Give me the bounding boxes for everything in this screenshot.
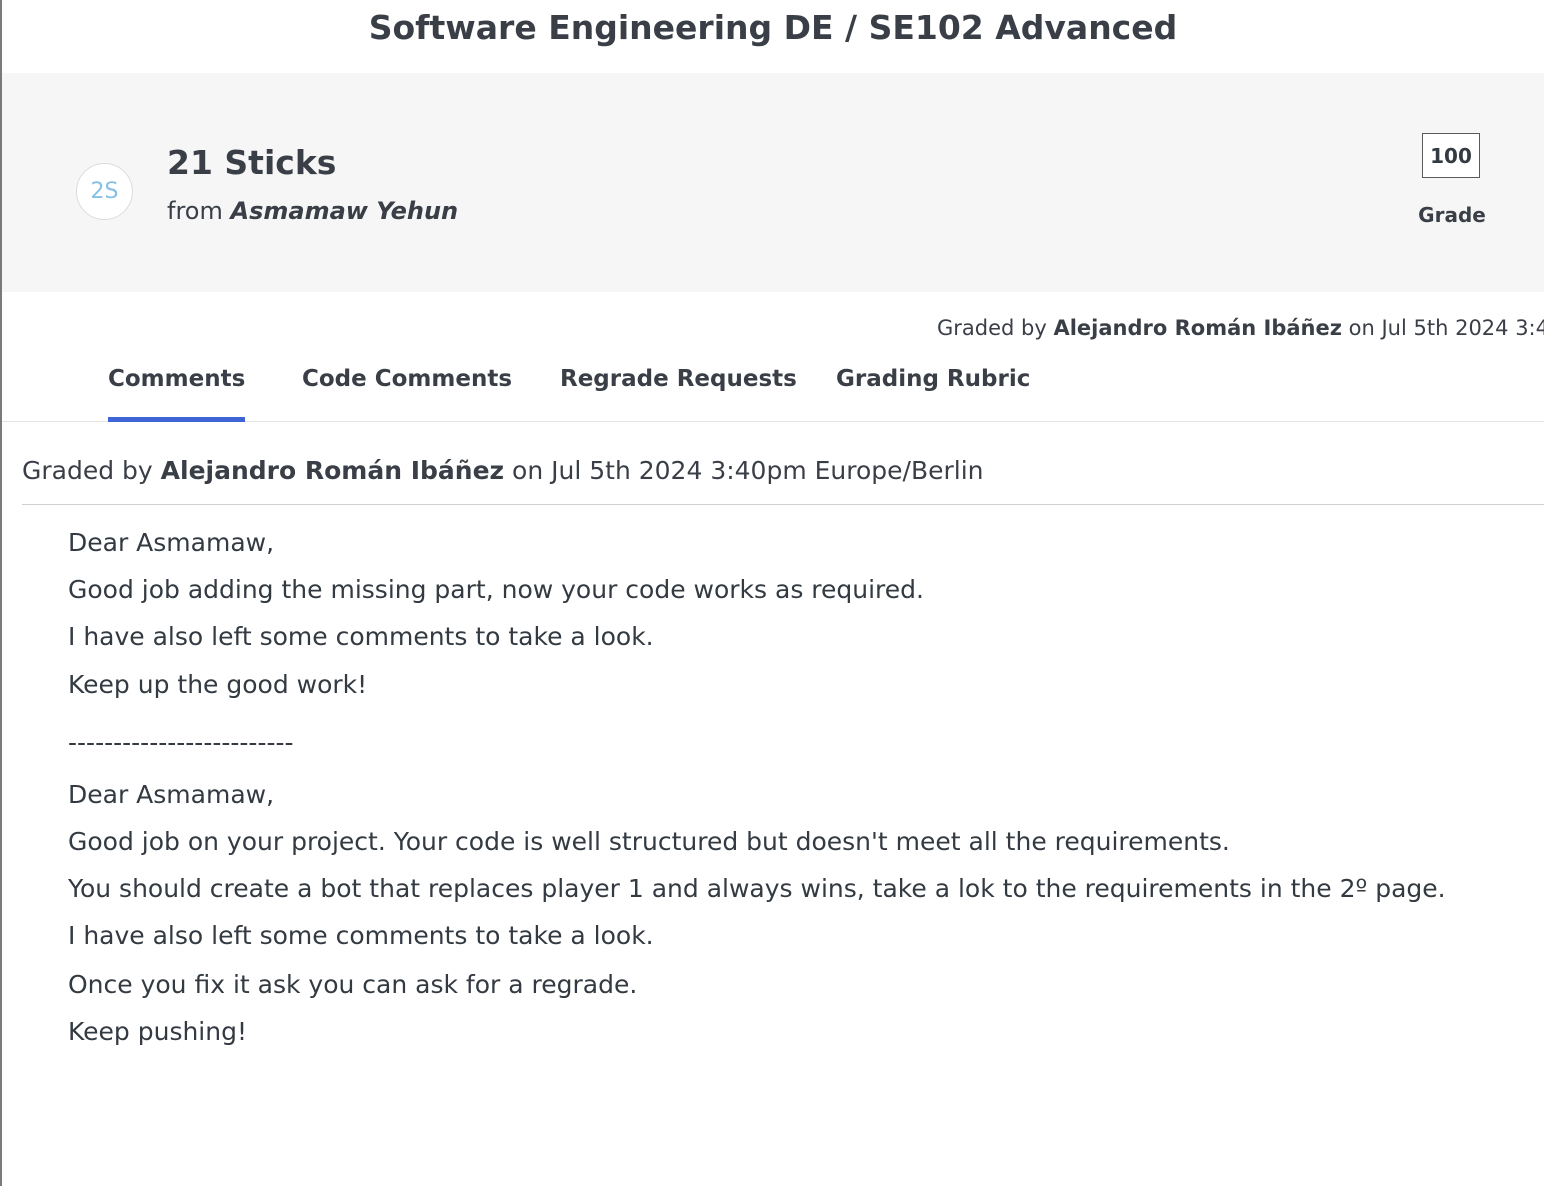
comment-line: Keep pushing!	[68, 1017, 247, 1046]
submission-header: 2S 21 Sticks from Asmamaw Yehun 100 Grad…	[2, 73, 1544, 292]
grade-label: Grade	[1418, 203, 1486, 227]
tab-regrade-requests[interactable]: Regrade Requests	[560, 366, 797, 422]
comment-line: Good job adding the missing part, now yo…	[68, 575, 924, 604]
tab-comments[interactable]: Comments	[108, 366, 246, 422]
comment-header: Graded by Alejandro Román Ibáñez on Jul …	[22, 456, 984, 485]
comment-grader-name: Alejandro Román Ibáñez	[160, 456, 505, 485]
assignment-title: 21 Sticks	[167, 143, 337, 182]
comment-line: Good job on your project. Your code is w…	[68, 827, 1230, 856]
graded-date: on Jul 5th 2024 3:40pm	[1348, 316, 1544, 340]
tab-grading-rubric[interactable]: Grading Rubric	[836, 366, 1030, 422]
student-name: Asmamaw Yehun	[230, 197, 459, 225]
comment-graded-prefix: Graded by	[22, 456, 153, 485]
comment-line: Once you fix it ask you can ask for a re…	[68, 970, 638, 999]
grader-name: Alejandro Román Ibáñez	[1053, 316, 1342, 340]
comment-separator: -------------------------	[68, 728, 294, 757]
comment-line: You should create a bot that replaces pl…	[68, 874, 1446, 903]
tab-bar: Comments Code Comments Regrade Requests …	[2, 352, 1544, 422]
comment-line: Dear Asmamaw,	[68, 780, 275, 809]
submitted-by: from Asmamaw Yehun	[167, 197, 458, 225]
graded-by-prefix: Graded by	[937, 316, 1047, 340]
from-prefix: from	[167, 197, 223, 225]
divider	[22, 504, 1544, 505]
comment-line: I have also left some comments to take a…	[68, 921, 654, 950]
avatar: 2S	[76, 163, 133, 220]
comment-line: Keep up the good work!	[68, 670, 368, 699]
comment-line: I have also left some comments to take a…	[68, 622, 654, 651]
graded-by-summary: Graded by Alejandro Román Ibáñez on Jul …	[937, 316, 1544, 340]
tab-code-comments[interactable]: Code Comments	[302, 366, 512, 422]
comment-line: Dear Asmamaw,	[68, 528, 275, 557]
comment-date: on Jul 5th 2024 3:40pm Europe/Berlin	[512, 456, 984, 485]
page-title: Software Engineering DE / SE102 Advanced	[368, 8, 1178, 47]
grade-value: 100	[1422, 133, 1480, 178]
